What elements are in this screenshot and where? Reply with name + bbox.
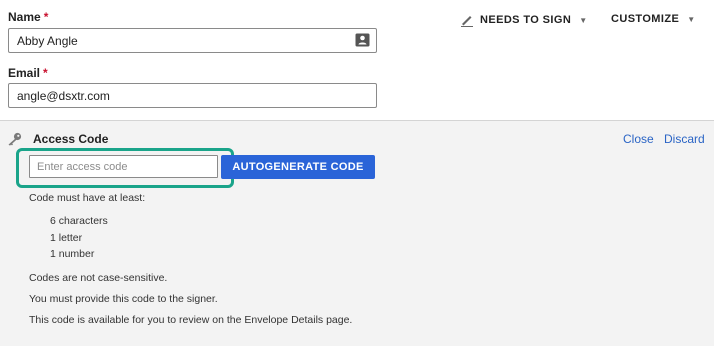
- access-code-input[interactable]: [29, 155, 218, 178]
- needs-to-sign-dropdown[interactable]: NEEDS TO SIGN ▼: [460, 13, 588, 27]
- recipient-section: Name* Email* NEEDS TO SIGN ▼ CUSTOMIZE ▼: [0, 0, 714, 120]
- requirement-item: 1 letter: [50, 232, 83, 244]
- name-input[interactable]: [8, 28, 377, 53]
- close-link[interactable]: Close: [623, 132, 654, 146]
- name-label: Name *: [8, 10, 48, 24]
- contact-card-icon[interactable]: [355, 33, 370, 47]
- email-label-text: Email: [8, 66, 41, 80]
- email-label: Email *: [8, 66, 48, 80]
- caret-down-icon: ▼: [579, 15, 588, 25]
- access-code-panel: Access Code Close Discard AUTOGENERATE C…: [0, 120, 714, 346]
- pen-icon: [461, 16, 473, 27]
- note-case-insensitive: Codes are not case-sensitive.: [29, 272, 168, 284]
- requirements-intro: Code must have at least:: [29, 192, 146, 204]
- access-code-title: Access Code: [33, 132, 109, 146]
- key-icon: [8, 132, 22, 146]
- email-input[interactable]: [8, 83, 377, 108]
- customize-label: CUSTOMIZE: [611, 13, 680, 25]
- needs-to-sign-label: NEEDS TO SIGN: [480, 14, 572, 26]
- customize-dropdown[interactable]: CUSTOMIZE ▼: [611, 13, 696, 25]
- requirement-item: 1 number: [50, 248, 95, 260]
- note-envelope-details: This code is available for you to review…: [29, 314, 353, 326]
- note-provide-code: You must provide this code to the signer…: [29, 293, 218, 305]
- discard-link[interactable]: Discard: [664, 132, 705, 146]
- caret-down-icon: ▼: [687, 14, 696, 24]
- required-marker: *: [43, 10, 49, 24]
- name-label-text: Name: [8, 10, 41, 24]
- autogenerate-code-button[interactable]: AUTOGENERATE CODE: [221, 155, 375, 179]
- required-marker: *: [43, 66, 48, 80]
- requirement-item: 6 characters: [50, 215, 108, 227]
